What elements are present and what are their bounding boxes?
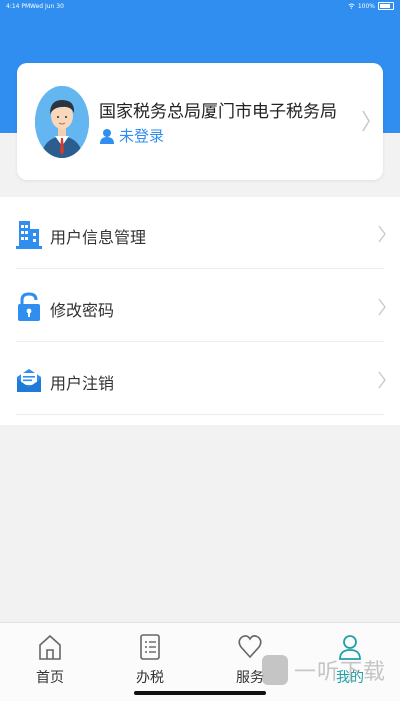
wifi-icon [348,3,355,9]
status-right: 100% [348,2,394,10]
watermark: 一听下载 [262,654,386,686]
chevron-right-icon [378,298,386,316]
org-name: 国家税务总局厦门市电子税务局 [99,102,337,122]
menu-item-change-password[interactable]: 修改密码 [0,270,400,342]
divider [16,341,384,342]
menu-item-user-info[interactable]: 用户信息管理 [0,197,400,269]
heart-icon [238,635,262,659]
avatar [35,86,89,158]
divider [16,268,384,269]
tab-label: 办税 [136,670,164,686]
battery-percent: 100% [357,2,375,10]
tab-home[interactable]: 首页 [20,633,80,687]
list-icon [140,634,160,660]
chevron-right-icon [378,371,386,389]
lock-icon [18,292,40,321]
home-icon [39,634,61,660]
home-indicator [134,691,266,695]
building-icon [16,221,42,249]
user-icon [100,128,114,144]
login-status[interactable]: 未登录 [99,125,164,146]
status-bar: 4:14 PM Wed Jun 30 100% [0,0,400,12]
menu-item-label: 修改密码 [50,301,115,320]
menu-item-label: 用户注销 [50,374,115,393]
settings-menu: 用户信息管理 修改密码 用户注销 [0,197,400,425]
avatar-illustration [35,86,89,158]
chevron-right-icon [378,225,386,243]
status-date: Wed Jun 30 [30,3,64,10]
divider [16,414,384,415]
battery-icon [378,2,394,10]
profile-card[interactable]: 国家税务总局厦门市电子税务局 未登录 [17,63,383,180]
menu-item-label: 用户信息管理 [50,228,147,247]
watermark-text: 一听下载 [294,660,387,685]
status-time: 4:14 PM [6,3,31,10]
menu-item-logout[interactable]: 用户注销 [0,343,400,415]
tab-tax[interactable]: 办税 [120,633,180,687]
mail-icon [17,369,41,392]
watermark-logo-icon [262,655,288,685]
chevron-right-icon [362,110,370,132]
tab-label: 首页 [36,670,64,686]
login-status-label: 未登录 [119,127,165,145]
